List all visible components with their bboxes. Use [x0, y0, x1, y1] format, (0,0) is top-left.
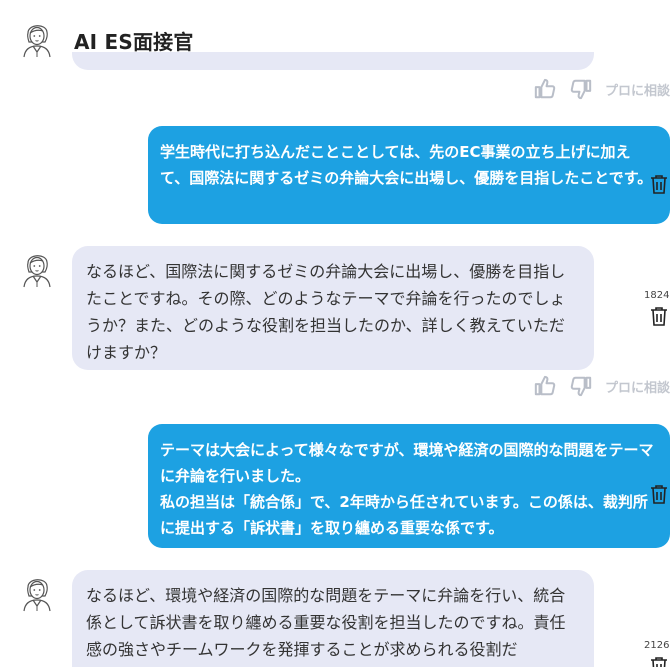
user-message-line: 私の担当は「統合係」で、2年時から任されています。この係は、裁判所に提出する「訴…: [160, 493, 648, 537]
user-message: テーマは大会によって様々なですが、環境や経済の国際的な問題をテーマに弁論を行いま…: [148, 424, 670, 548]
interviewer-avatar-icon: [16, 246, 58, 288]
ai-message-text: なるほど、環境や経済の国際的な問題をテーマに弁論を行い、統合係として訴状書を取り…: [86, 586, 566, 659]
interviewer-avatar-icon: [16, 16, 58, 58]
trash-icon[interactable]: [650, 306, 668, 326]
character-count: 1824: [644, 290, 670, 301]
user-message-line: テーマは大会によって様々なですが、環境や経済の国際的な問題をテーマに弁論を行いま…: [160, 441, 654, 485]
character-count: 2126: [644, 640, 670, 651]
consult-pro-link[interactable]: プロに相談: [605, 80, 670, 99]
ai-avatar: [16, 246, 58, 288]
feedback-row: プロに相談: [533, 373, 670, 399]
trash-icon[interactable]: [650, 484, 668, 504]
ai-message-text: なるほど、国際法に関するゼミの弁論大会に出場し、優勝を目指したことですね。その際…: [86, 262, 566, 362]
user-message-text: 学生時代に打ち込んだことことしては、先のEC事業の立ち上げに加えて、国際法に関す…: [160, 143, 653, 187]
ai-message: なるほど、環境や経済の国際的な問題をテーマに弁論を行い、統合係として訴状書を取り…: [72, 570, 594, 667]
app-title: AI ES面接官: [74, 30, 194, 54]
user-message: 学生時代に打ち込んだことことしては、先のEC事業の立ち上げに加えて、国際法に関す…: [148, 126, 670, 224]
previous-message-bubble: [72, 52, 594, 70]
ai-message: なるほど、国際法に関するゼミの弁論大会に出場し、優勝を目指したことですね。その際…: [72, 246, 594, 370]
thumbs-up-icon[interactable]: [533, 374, 557, 398]
consult-pro-link[interactable]: プロに相談: [605, 377, 670, 396]
interviewer-avatar-icon: [16, 570, 58, 612]
feedback-row: プロに相談: [533, 76, 670, 102]
ai-avatar: [16, 16, 58, 58]
thumbs-up-icon[interactable]: [533, 77, 557, 101]
thumbs-down-icon[interactable]: [569, 77, 593, 101]
trash-icon[interactable]: [650, 174, 668, 194]
ai-avatar: [16, 570, 58, 612]
thumbs-down-icon[interactable]: [569, 374, 593, 398]
trash-icon[interactable]: [650, 656, 668, 667]
